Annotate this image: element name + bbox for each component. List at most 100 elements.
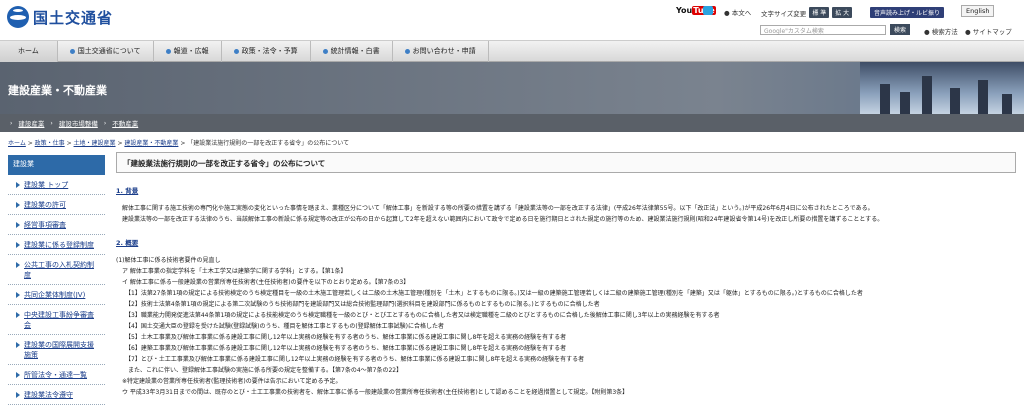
nav-item-press[interactable]: 報道・広報 <box>154 41 222 62</box>
breadcrumb-policy[interactable]: 政策・仕事 <box>35 140 65 147</box>
sidebar-header: 建設業 <box>8 155 105 175</box>
sidebar-link[interactable]: 建設業の国際展開支援施策 <box>24 340 100 360</box>
nav-label: 政策・法令・予算 <box>241 47 298 55</box>
search-method-link[interactable]: ● 検索方法 <box>924 26 958 36</box>
nav-label: 統計情報・白書 <box>330 47 380 55</box>
overview-line: 【7】とび・土工工事業及び解体工事業に係る建設工事に関し12年以上実務の経験を有… <box>116 356 585 363</box>
sidebar: 建設業 建設業 トップ 建設業の許可 経営事項審査 建設業に係る登録制度 公共工… <box>8 155 105 405</box>
bullet-icon <box>69 49 75 54</box>
arrow-icon: › <box>10 119 13 127</box>
arrow-right-icon <box>16 372 20 378</box>
arrow-right-icon <box>16 342 20 348</box>
sidebar-item-registration[interactable]: 建設業に係る登録制度 <box>8 235 105 255</box>
sidebar-link[interactable]: 建設業の許可 <box>24 200 66 210</box>
sidebar-link[interactable]: 建設業法令遵守 <box>24 390 73 400</box>
sidebar-link[interactable]: 建設業 トップ <box>24 180 68 190</box>
breadcrumb-home[interactable]: ホーム <box>8 140 26 147</box>
overview-list: (1)解体工事に係る技術者要件の見直し ア 解体工事業の指定学科を「土木工学又は… <box>116 255 1016 398</box>
bullet-icon <box>404 49 410 54</box>
overview-line: 【6】建築工事業及び解体工事業に係る建設工事に関し12年以上実務の経験を有する者… <box>116 345 567 352</box>
search-input[interactable]: Google"カスタム検索 <box>760 25 886 35</box>
background-paragraph-2: 建設業法等の一部を改正する法律のうち、当該解体工事の新設に係る規定等の改正が公布… <box>122 216 884 223</box>
category-banner: 建設産業・不動産業 <box>0 62 1024 114</box>
bullet-icon <box>322 49 328 54</box>
arrow-icon: › <box>103 119 107 127</box>
nav-item-statistics[interactable]: 統計情報・白書 <box>311 41 393 62</box>
sidebar-item-review[interactable]: 経営事項審査 <box>8 215 105 235</box>
search-button[interactable]: 検索 <box>890 24 911 35</box>
font-large-button[interactable]: 拡 大 <box>832 7 853 18</box>
sitemap-link[interactable]: ● サイトマップ <box>965 26 1012 36</box>
nav-label: ホーム <box>18 47 39 55</box>
overview-line: また、これに伴い、登録解体工事試験の実施に係る所要の規定を整備する。【第7条の4… <box>116 367 403 374</box>
subnav-construction[interactable]: 建設産業 <box>18 118 44 128</box>
overview-line: イ 解体工事に係る一般建設業の営業所専任技術者(主任技術者)の要件を以下のとおり… <box>116 279 410 286</box>
arrow-right-icon <box>16 392 20 398</box>
english-button[interactable]: English <box>961 5 995 17</box>
speech-button[interactable]: 音声読み上げ・ルビ振り <box>870 7 945 18</box>
overview-line: 【2】技術士法第4条第1項の規定による第二次試験のうち技術部門を建設部門又は総合… <box>116 301 600 308</box>
site-header: 国土交通省 YouTube ● 本文へ 文字サイズ変更 標 準 拡 大 音声読み… <box>0 0 1024 40</box>
overview-line: 【3】職業能力開発促進法第44条第1項の規定による技能検定のうち検定職種を一級の… <box>116 312 720 319</box>
arrow-right-icon <box>16 202 20 208</box>
font-size-controls: 文字サイズ変更 標 準 拡 大 <box>761 7 853 18</box>
overview-line: ※特定建設業の営業所専任技術者(監理技術者)の要件は告示において定める予定。 <box>116 378 342 385</box>
arrow-right-icon <box>16 242 20 248</box>
sidebar-link[interactable]: 経営事項審査 <box>24 220 66 230</box>
sidebar-item-jv[interactable]: 共同企業体制度(JV) <box>8 285 105 305</box>
bullet-icon <box>233 49 239 54</box>
sidebar-item-compliance[interactable]: 建設業法令遵守 <box>8 385 105 405</box>
overview-line: 【5】土木工事業及び解体工事業に係る建設工事に関し12年以上実務の経験を有する者… <box>116 334 567 341</box>
arrow-right-icon <box>16 182 20 188</box>
overview-line: ア 解体工事業の指定学科を「土木工学又は建築学に関する学科」とする。【第1条】 <box>116 268 347 275</box>
site-logo[interactable]: 国土交通省 <box>7 6 113 28</box>
sidebar-item-dispute[interactable]: 中央建設工事紛争審査会 <box>8 305 105 335</box>
bullet-icon <box>165 49 171 54</box>
skip-to-main-link[interactable]: ● 本文へ <box>724 7 751 17</box>
background-paragraph-1: 解体工事に関する施工技術の専門化や施工実態の変化といった事情を踏まえ、業種区分に… <box>122 205 874 212</box>
sidebar-item-top[interactable]: 建設業 トップ <box>8 175 105 195</box>
breadcrumb-land[interactable]: 土地・建設産業 <box>74 140 116 147</box>
twitter-icon[interactable] <box>703 6 713 15</box>
arrow-icon: › <box>50 119 53 127</box>
mlit-logo-icon <box>7 6 29 28</box>
sidebar-item-license[interactable]: 建設業の許可 <box>8 195 105 215</box>
banner-title: 建設産業・不動産業 <box>8 84 107 97</box>
overview-line: ウ 平成33年3月31日までの間は、既存のとび・土工工事業の技術者を、解体工事に… <box>116 389 629 396</box>
city-skyline-image <box>860 62 1024 114</box>
sidebar-link[interactable]: 所管法令・通達一覧 <box>24 370 87 380</box>
section-heading-background: 1. 背景 <box>116 187 139 195</box>
nav-item-policy[interactable]: 政策・法令・予算 <box>222 41 311 62</box>
sidebar-link[interactable]: 建設業に係る登録制度 <box>24 240 94 250</box>
sidebar-item-bidding[interactable]: 公共工事の入札契約制度 <box>8 255 105 285</box>
nav-label: お問い合わせ・申請 <box>412 47 476 55</box>
sidebar-link[interactable]: 公共工事の入札契約制度 <box>24 260 100 280</box>
arrow-right-icon <box>16 222 20 228</box>
breadcrumb-current: 「建設業法施行規則の一部を改正する省令」の公布について <box>187 140 350 147</box>
skip-to-main-label: ● 本文へ <box>724 9 752 17</box>
arrow-right-icon <box>16 292 20 298</box>
global-nav: ホーム 国土交通省について 報道・広報 政策・法令・予算 統計情報・白書 お問い… <box>0 40 1024 62</box>
youtube-you: You <box>676 6 693 15</box>
arrow-right-icon <box>16 262 20 268</box>
nav-label: 報道・広報 <box>173 47 209 55</box>
nav-item-about[interactable]: 国土交通省について <box>58 41 154 62</box>
overview-line: 【4】国土交通大臣の登録を受けた試験(登録試験)のうち、種目を解体工事とするもの… <box>116 323 445 330</box>
subnav-realestate[interactable]: 不動産業 <box>112 118 138 128</box>
font-standard-button[interactable]: 標 準 <box>809 7 830 18</box>
subnav-market[interactable]: 建設市場整備 <box>59 118 98 128</box>
speech-label: 音声読み上げ・ルビ振り <box>870 7 945 18</box>
overview-line: (1)解体工事に係る技術者要件の見直し <box>116 257 221 264</box>
nav-item-contact[interactable]: お問い合わせ・申請 <box>393 41 489 62</box>
sub-nav: › 建設産業 › 建設市場整備 › 不動産業 <box>0 114 1024 132</box>
logo-text: 国土交通省 <box>33 8 114 27</box>
breadcrumb: ホーム > 政策・仕事 > 土地・建設産業 > 建設産業・不動産業 > 「建設業… <box>8 140 350 147</box>
sidebar-link[interactable]: 中央建設工事紛争審査会 <box>24 310 100 330</box>
nav-item-home[interactable]: ホーム <box>0 41 58 62</box>
sidebar-link[interactable]: 共同企業体制度(JV) <box>24 290 85 300</box>
sidebar-item-laws[interactable]: 所管法令・通達一覧 <box>8 365 105 385</box>
sidebar-item-international[interactable]: 建設業の国際展開支援施策 <box>8 335 105 365</box>
breadcrumb-construction[interactable]: 建設産業・不動産業 <box>124 140 178 147</box>
section-heading-overview: 2. 概要 <box>116 239 139 247</box>
nav-label: 国土交通省について <box>77 47 141 55</box>
